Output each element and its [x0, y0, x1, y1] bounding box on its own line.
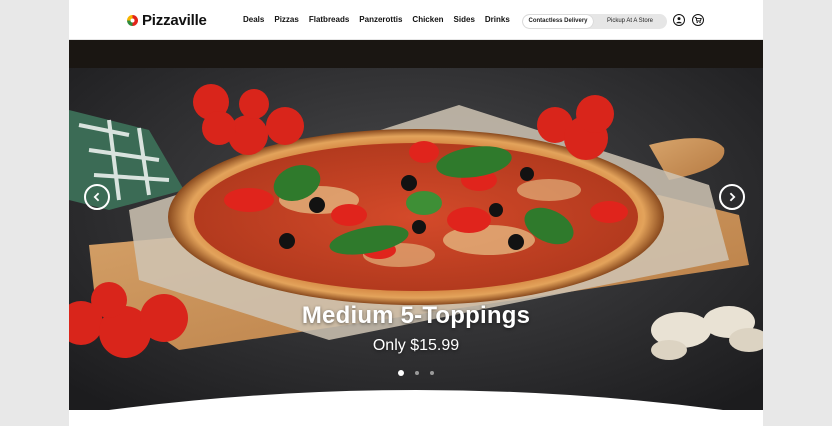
page: Pizzaville Deals Pizzas Flatbreads Panze…	[69, 0, 763, 426]
hero-price: Only $15.99	[372, 337, 460, 354]
top-navigation-bar: Pizzaville Deals Pizzas Flatbreads Panze…	[69, 0, 763, 40]
nav-item-deals[interactable]: Deals	[243, 15, 264, 24]
logo-text: Pizzaville	[142, 11, 207, 29]
carousel-prev-button[interactable]	[84, 184, 110, 210]
nav-item-pizzas[interactable]: Pizzas	[274, 15, 298, 24]
nav-item-drinks[interactable]: Drinks	[485, 15, 510, 24]
carousel-dot-3[interactable]	[430, 371, 434, 375]
main-navigation: Deals Pizzas Flatbreads Panzerottis Chic…	[243, 15, 510, 24]
nav-item-flatbreads[interactable]: Flatbreads	[309, 15, 349, 24]
chevron-left-icon	[93, 192, 100, 202]
hero-title: Medium 5-Toppings	[301, 302, 531, 329]
hero-banner: Medium 5-Toppings Only $15.99	[69, 40, 763, 410]
pizza-slice-logo-icon	[127, 14, 138, 26]
carousel-dot-2[interactable]	[415, 371, 419, 375]
carousel-next-button[interactable]	[719, 184, 745, 210]
pizzaville-logo[interactable]: Pizzaville	[126, 11, 207, 29]
nav-item-chicken[interactable]: Chicken	[412, 15, 443, 24]
carousel-dot-1[interactable]	[398, 370, 404, 376]
order-mode-toggle: Contactless Delivery Pickup At A Store	[522, 14, 667, 29]
nav-item-sides[interactable]: Sides	[454, 15, 475, 24]
user-icon[interactable]	[673, 14, 685, 26]
pickup-at-store-option[interactable]: Pickup At A Store	[593, 15, 667, 28]
chevron-right-icon	[729, 192, 736, 202]
nav-item-panzerottis[interactable]: Panzerottis	[359, 15, 402, 24]
contactless-delivery-option[interactable]: Contactless Delivery	[523, 15, 593, 28]
carousel-indicators	[69, 370, 763, 376]
cart-icon[interactable]	[692, 14, 704, 26]
